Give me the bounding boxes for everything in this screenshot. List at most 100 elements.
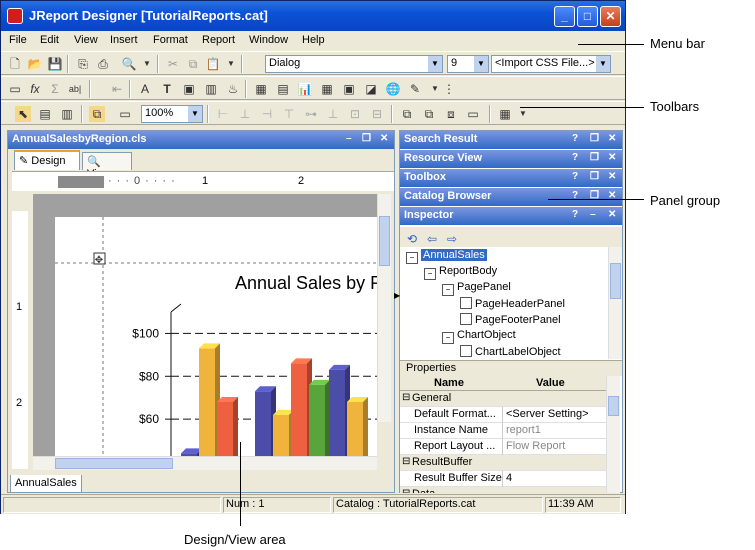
property-row[interactable]: Default Format... <Server Setting> xyxy=(400,407,606,423)
table-icon[interactable]: ▦ xyxy=(253,81,269,97)
forward-arrow-icon[interactable]: ⇨ xyxy=(444,231,460,247)
font-size-select[interactable]: 9 ▼ xyxy=(447,55,489,73)
menu-window[interactable]: Window xyxy=(249,34,288,46)
menu-help[interactable]: Help xyxy=(302,34,325,46)
restore-icon[interactable]: ❐ xyxy=(590,152,599,163)
minimize-icon[interactable]: – xyxy=(590,209,596,220)
close-icon[interactable]: ✕ xyxy=(608,171,616,182)
panel-catalog-browser[interactable]: Catalog Browser? ❐ ✕ xyxy=(400,188,622,206)
collapse-arrow-icon[interactable]: ▶ xyxy=(394,291,400,300)
restore-icon[interactable]: ❐ xyxy=(590,133,599,144)
properties-icon[interactable]: ▤ xyxy=(37,106,53,122)
property-value[interactable]: <Server Setting> xyxy=(506,408,589,420)
tree-item[interactable]: − PagePanel xyxy=(442,281,511,296)
group-icon[interactable]: ⇤ xyxy=(109,81,125,97)
bring-forward-icon[interactable]: ⧈ xyxy=(443,106,459,122)
horizontal-scrollbar[interactable] xyxy=(33,456,377,470)
menu-insert[interactable]: Insert xyxy=(110,34,138,46)
property-row[interactable]: Result Buffer Size 4 xyxy=(400,471,606,487)
barcode-icon[interactable]: ▥ xyxy=(203,81,219,97)
chevron-down-icon[interactable]: ▼ xyxy=(139,56,155,72)
property-value[interactable]: 4 xyxy=(506,472,512,484)
formula-icon[interactable]: fx xyxy=(27,81,43,97)
bring-front-icon[interactable]: ⧉ xyxy=(399,106,415,122)
drill-icon[interactable]: ◪ xyxy=(363,81,379,97)
web-icon[interactable]: 🌐 xyxy=(385,81,401,97)
restore-icon[interactable]: ❐ xyxy=(362,133,371,144)
property-value[interactable]: report1 xyxy=(506,424,541,436)
property-row[interactable]: ⊟Data xyxy=(400,487,606,493)
cut-icon[interactable]: ✂ xyxy=(165,56,181,72)
menu-report[interactable]: Report xyxy=(202,34,235,46)
chart-object[interactable]: ✥ Annual Sales by R $100 $80 $60 xyxy=(55,217,383,457)
panel-search-result[interactable]: Search Result? ❐ ✕ xyxy=(400,131,622,149)
close-icon[interactable]: ✕ xyxy=(380,133,388,144)
property-row[interactable]: Instance Name report1 xyxy=(400,423,606,439)
align-bottom-icon[interactable]: ⊥ xyxy=(325,106,341,122)
panel-inspector[interactable]: Inspector? – ✕ xyxy=(400,207,622,225)
menu-edit[interactable]: Edit xyxy=(40,34,59,46)
menu-format[interactable]: Format xyxy=(153,34,188,46)
tree-item[interactable]: − ReportBody xyxy=(424,265,497,280)
menu-file[interactable]: File xyxy=(9,34,27,46)
same-width-icon[interactable]: ⊟ xyxy=(369,106,385,122)
collapse-icon[interactable]: ⊟ xyxy=(402,456,410,467)
send-backward-icon[interactable]: ▭ xyxy=(465,106,481,122)
summary-icon[interactable]: Σ xyxy=(47,81,63,97)
refresh-icon[interactable]: ⟲ xyxy=(404,231,420,247)
db-field-icon[interactable]: ab| xyxy=(67,81,83,97)
tree-item[interactable]: − AnnualSales xyxy=(406,249,487,264)
collapse-icon[interactable]: ⊟ xyxy=(402,488,410,493)
panel-toolbox[interactable]: Toolbox? ❐ ✕ xyxy=(400,169,622,187)
help-icon[interactable]: ? xyxy=(572,152,578,163)
vertical-scrollbar[interactable] xyxy=(377,194,391,422)
font-family-select[interactable]: Dialog ▼ xyxy=(265,55,443,73)
chevron-down-icon[interactable]: ▼ xyxy=(223,56,239,72)
label-icon[interactable]: A xyxy=(137,81,153,97)
minimize-button[interactable]: _ xyxy=(554,6,575,27)
menu-view[interactable]: View xyxy=(74,34,98,46)
banded-icon[interactable]: ▦ xyxy=(319,81,335,97)
minimize-icon[interactable]: – xyxy=(346,133,352,144)
open-folder-icon[interactable]: 📂 xyxy=(27,56,43,72)
chart-icon[interactable]: 📊 xyxy=(297,81,313,97)
help-icon[interactable]: ? xyxy=(572,171,578,182)
crosstab-icon[interactable]: ▤ xyxy=(275,81,291,97)
align-middle-icon[interactable]: ⊶ xyxy=(303,106,319,122)
new-file-icon[interactable]: 🗋 xyxy=(7,56,23,72)
select-pointer-icon[interactable]: ⬉ xyxy=(15,106,31,122)
tree-item[interactable]: − ChartObject xyxy=(442,329,516,344)
award-icon[interactable]: ♨ xyxy=(225,81,241,97)
page-icon[interactable]: ▥ xyxy=(59,106,75,122)
overlap-icon[interactable]: ⧉ xyxy=(89,106,105,122)
preview-icon[interactable]: 🔍 xyxy=(121,56,137,72)
print-icon[interactable]: ⎙ xyxy=(95,56,111,72)
align-top-icon[interactable]: ⊤ xyxy=(281,106,297,122)
grid-icon[interactable]: ▦ xyxy=(497,106,513,122)
subreport-icon[interactable]: ▣ xyxy=(341,81,357,97)
align-left-icon[interactable]: ⊢ xyxy=(215,106,231,122)
tab-design[interactable]: ✎ Design xyxy=(14,150,80,170)
css-file-select[interactable]: <Import CSS File...> ▼ xyxy=(491,55,611,73)
tree-item[interactable]: PageHeaderPanel xyxy=(460,297,565,310)
zoom-select[interactable]: 100% ▼ xyxy=(141,105,203,123)
maximize-button[interactable]: □ xyxy=(577,6,598,27)
paste-icon[interactable]: 📋 xyxy=(205,56,221,72)
tree-item[interactable]: ChartLabelObject xyxy=(460,345,561,358)
image-icon[interactable]: ▣ xyxy=(181,81,197,97)
property-row[interactable]: ⊟ ResultBuffer xyxy=(400,455,606,471)
fit-page-icon[interactable]: ▭ xyxy=(117,106,133,122)
tab-annualsales[interactable]: AnnualSales xyxy=(10,475,82,493)
send-back-icon[interactable]: ⧉ xyxy=(421,106,437,122)
back-arrow-icon[interactable]: ⇦ xyxy=(424,231,440,247)
align-right-icon[interactable]: ⊣ xyxy=(259,106,275,122)
property-value[interactable]: Flow Report xyxy=(506,440,565,452)
chevron-down-icon[interactable]: ▼ xyxy=(515,106,531,122)
restore-icon[interactable]: ❐ xyxy=(590,171,599,182)
tree-item[interactable]: PageFooterPanel xyxy=(460,313,561,326)
properties-scrollbar[interactable] xyxy=(606,376,620,493)
publish-icon[interactable]: ⎘ xyxy=(75,56,91,72)
form-icon[interactable]: ✎ xyxy=(407,81,423,97)
panel-resource-view[interactable]: Resource View? ❐ ✕ xyxy=(400,150,622,168)
close-button[interactable]: ✕ xyxy=(600,6,621,27)
